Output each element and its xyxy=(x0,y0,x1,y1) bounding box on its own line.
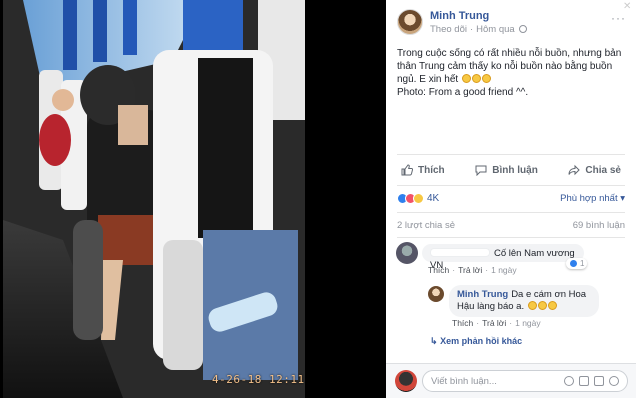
reaction-count-link[interactable]: 4K xyxy=(397,192,440,204)
chevron-down-icon: ▾ xyxy=(620,192,625,204)
shares-count[interactable]: 2 lượt chia sẻ xyxy=(397,220,455,234)
comment-input[interactable] xyxy=(431,375,564,387)
share-button[interactable]: Chia sẻ xyxy=(564,164,625,176)
commenter-avatar[interactable] xyxy=(396,242,418,264)
comment-reply-link[interactable]: Trả lời xyxy=(458,265,482,275)
reaction-summary: 4K Phù hợp nhất ▾ xyxy=(397,190,625,206)
reaction-count: 4K xyxy=(427,192,440,204)
camera-icon[interactable] xyxy=(579,376,589,386)
reply-meta: Thích · Trả lời · 1 ngày xyxy=(452,318,541,328)
post-time[interactable]: Hôm qua xyxy=(476,24,515,35)
globe-icon xyxy=(519,25,528,33)
divider xyxy=(397,237,625,238)
haha-reaction-icon xyxy=(413,192,424,204)
photo-timestamp: 4-26-18 12:11 xyxy=(212,373,305,386)
share-icon xyxy=(568,164,581,176)
reply-arrow-icon: ↳ xyxy=(430,336,438,346)
comment-icon xyxy=(475,165,487,176)
emoji-icon[interactable] xyxy=(564,376,574,386)
post-text-main: Trong cuộc sống có rất nhiều nỗi buồn, n… xyxy=(397,48,622,85)
reply-author[interactable]: Minh Trung xyxy=(457,289,508,300)
post-actions: Thích Bình luận Chia sẻ xyxy=(397,157,625,183)
share-comment-counts: 2 lượt chia sẻ 69 bình luận xyxy=(397,220,625,234)
thumbs-up-icon xyxy=(401,164,413,176)
comment-bubble: Cố lên Nam vương VN xyxy=(422,244,584,271)
post-meta: Theo dõi · Hôm qua xyxy=(430,24,528,35)
like-button[interactable]: Thích xyxy=(397,164,449,176)
heart-eyes-emoji-icon xyxy=(537,301,547,310)
laugh-emoji-icon xyxy=(471,74,481,83)
reply-bubble: Minh Trung Da e cám ơn Hoa Hậu làng báo a… xyxy=(449,285,599,317)
gif-icon[interactable] xyxy=(594,376,604,386)
comment-time[interactable]: 1 ngày xyxy=(491,265,517,275)
post-photo[interactable]: 4-26-18 12:11 xyxy=(3,0,305,398)
heart-eyes-emoji-icon xyxy=(527,301,537,310)
author-avatar[interactable] xyxy=(397,9,423,35)
bus-interior-image xyxy=(3,0,305,398)
comment-like-link[interactable]: Thích xyxy=(428,265,449,275)
like-reaction-icon xyxy=(569,259,578,268)
commenter-name-redacted xyxy=(430,248,490,257)
reply-avatar[interactable] xyxy=(428,286,444,302)
sticker-icon[interactable] xyxy=(609,376,619,386)
heart-eyes-emoji-icon xyxy=(547,301,557,310)
comments-count[interactable]: 69 bình luận xyxy=(573,220,625,234)
divider xyxy=(397,212,625,213)
reply-time[interactable]: 1 ngày xyxy=(515,318,541,328)
comment-input-box xyxy=(422,370,628,392)
comment-meta: Thích · Trả lời · 1 ngày xyxy=(428,265,517,275)
post-panel: ✕ Minh Trung Theo dõi · Hôm qua ··· Trong … xyxy=(386,0,636,398)
comment-button[interactable]: Bình luận xyxy=(471,164,542,176)
reply-like-link[interactable]: Thích xyxy=(452,318,473,328)
current-user-avatar xyxy=(395,370,417,392)
divider xyxy=(397,185,625,186)
comment-sort-dropdown[interactable]: Phù hợp nhất ▾ xyxy=(560,193,625,204)
post-header: Minh Trung Theo dõi · Hôm qua ··· xyxy=(397,9,636,39)
laugh-emoji-icon xyxy=(461,74,471,83)
post-body: Trong cuộc sống có rất nhiều nỗi buồn, n… xyxy=(397,47,629,99)
post-text-credit: Photo: From a good friend ^^. xyxy=(397,87,529,98)
composer-icons xyxy=(564,376,619,386)
comment-composer xyxy=(386,363,636,398)
author-name[interactable]: Minh Trung xyxy=(430,10,489,22)
more-replies-link[interactable]: ↳ Xem phản hồi khác xyxy=(430,336,522,347)
follow-link[interactable]: Theo dõi xyxy=(430,24,467,35)
comment-like-badge[interactable]: 1 xyxy=(566,258,588,269)
divider xyxy=(397,154,625,155)
reply-reply-link[interactable]: Trả lời xyxy=(482,318,506,328)
more-options-icon[interactable]: ··· xyxy=(611,11,626,25)
laugh-emoji-icon xyxy=(481,74,491,83)
photo-viewer: 4-26-18 12:11 ✕ Minh Trung Theo dõi · Hôm … xyxy=(0,0,636,398)
